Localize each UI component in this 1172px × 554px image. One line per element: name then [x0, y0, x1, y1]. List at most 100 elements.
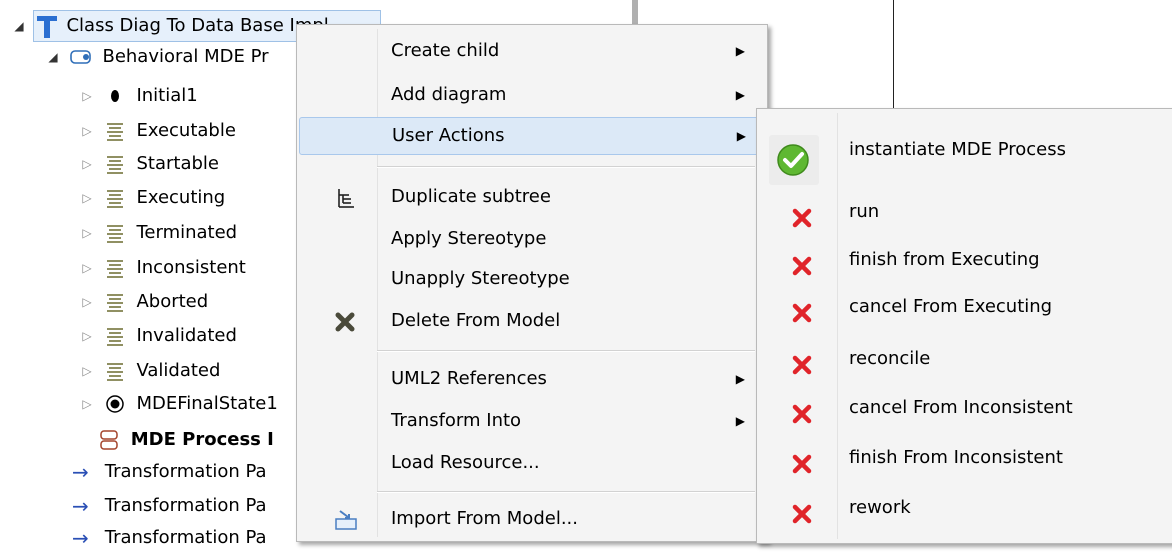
tree-row-process[interactable]: ◢ Behavioral MDE Pr [46, 41, 269, 73]
tree-label: Transformation Pa [104, 527, 267, 548]
menu-item-label: Create child [391, 40, 500, 61]
delete-icon [334, 310, 356, 332]
action-label: run [849, 201, 880, 222]
tree-row-state[interactable]: ▷ Executable [80, 115, 236, 147]
expand-toggle-icon[interactable]: ▷ [80, 217, 94, 249]
red-x-icon [791, 497, 813, 524]
tree-label: Initial1 [136, 85, 198, 106]
action-finish-from-inconsistent[interactable]: finish From Inconsistent [757, 435, 1172, 481]
tree-row-state[interactable]: ▷ MDEFinalState1 [80, 388, 278, 420]
tree-row-state[interactable]: ▷ Inconsistent [80, 252, 246, 284]
expand-toggle-icon[interactable]: ▷ [80, 355, 94, 387]
state-icon [104, 222, 126, 244]
tree-row-transformation[interactable]: → Transformation Pa [68, 456, 267, 488]
menu-item-label: Load Resource... [391, 452, 540, 473]
menu-item-transform-into[interactable]: Transform Into ▶ [299, 403, 763, 439]
tree-label: Executable [136, 120, 236, 141]
expand-toggle-icon[interactable]: ▷ [80, 182, 94, 214]
menu-separator [377, 491, 755, 493]
submenu-arrow-icon: ▶ [735, 414, 745, 428]
expand-toggle-icon[interactable]: ▷ [80, 286, 94, 318]
menu-item-user-actions[interactable]: User Actions ▶ [299, 117, 765, 155]
menu-item-unapply-stereotype[interactable]: Unapply Stereotype [299, 261, 763, 297]
menu-item-add-diagram[interactable]: Add diagram ▶ [299, 77, 763, 113]
action-rework[interactable]: rework [757, 485, 1172, 531]
tree-label: Transformation Pa [104, 495, 267, 516]
panel-divider-right [893, 0, 894, 110]
expand-toggle-icon[interactable]: ▷ [80, 388, 94, 420]
submenu-arrow-icon: ▶ [735, 44, 745, 58]
menu-item-import-from-model[interactable]: Import From Model... [299, 501, 763, 537]
tree-label: Validated [136, 360, 221, 381]
context-menu: Create child ▶ Add diagram ▶ User Action… [296, 24, 768, 542]
action-instantiate-mde-process[interactable]: instantiate MDE Process [757, 127, 1172, 185]
tree-label: Invalidated [136, 325, 237, 346]
expand-toggle-icon[interactable]: ▷ [80, 80, 94, 112]
tree-row-state[interactable]: ▷ Initial1 [80, 80, 198, 112]
red-x-icon [791, 249, 813, 276]
tree-label: Class Diag To Data Base Impl [66, 15, 329, 36]
expand-toggle-icon[interactable]: ▷ [80, 252, 94, 284]
tree-row-state[interactable]: ▷ Startable [80, 148, 219, 180]
collapse-toggle-icon[interactable]: ◢ [12, 10, 26, 42]
submenu-arrow-icon: ▶ [735, 372, 745, 386]
tree-label: Behavioral MDE Pr [102, 46, 269, 67]
menu-item-label: Delete From Model [391, 310, 561, 331]
arrow-right-icon: → [72, 460, 89, 484]
tree-row-state[interactable]: ▷ Aborted [80, 286, 208, 318]
menu-item-label: Add diagram [391, 84, 507, 105]
tree-row-state[interactable]: ▷ Terminated [80, 217, 237, 249]
menu-separator [377, 166, 755, 168]
menu-item-label: User Actions [392, 125, 505, 146]
state-icon [104, 291, 126, 313]
process-item-icon [98, 429, 120, 451]
check-icon [769, 135, 819, 185]
menu-item-label: Unapply Stereotype [391, 268, 570, 289]
tree-label: Transformation Pa [104, 461, 267, 482]
state-icon [104, 360, 126, 382]
tree-label: MDEFinalState1 [136, 393, 278, 414]
action-cancel-from-inconsistent[interactable]: cancel From Inconsistent [757, 385, 1172, 431]
menu-item-delete-from-model[interactable]: Delete From Model [299, 303, 763, 339]
menu-item-label: Import From Model... [391, 508, 578, 529]
action-cancel-from-executing[interactable]: cancel From Executing [757, 284, 1172, 330]
red-x-icon [791, 447, 813, 474]
menu-item-uml2-references[interactable]: UML2 References ▶ [299, 361, 763, 397]
red-x-icon [791, 348, 813, 375]
action-run[interactable]: run [757, 189, 1172, 235]
menu-item-apply-stereotype[interactable]: Apply Stereotype [299, 221, 763, 257]
menu-item-load-resource[interactable]: Load Resource... [299, 445, 763, 481]
process-icon [69, 46, 92, 68]
menu-separator [377, 350, 755, 352]
tree-label: Terminated [136, 222, 238, 243]
action-finish-from-executing[interactable]: finish from Executing [757, 237, 1172, 283]
red-x-icon [791, 296, 813, 323]
state-icon [104, 187, 126, 209]
import-icon [334, 508, 357, 530]
expand-toggle-icon[interactable]: ▷ [80, 115, 94, 147]
tree-row-state[interactable]: ▷ Invalidated [80, 320, 237, 352]
user-actions-submenu: instantiate MDE Process run finish from … [756, 108, 1172, 544]
expand-toggle-icon[interactable]: ▷ [80, 148, 94, 180]
menu-item-label: Apply Stereotype [391, 228, 547, 249]
menu-item-label: Transform Into [391, 410, 522, 431]
duplicate-icon [334, 186, 356, 208]
tree-label: Inconsistent [136, 257, 246, 278]
tree-row-root[interactable]: ◢ Class Diag To Data Base Impl [12, 10, 329, 42]
collapse-toggle-icon[interactable]: ◢ [46, 41, 60, 73]
tree-label: MDE Process I [130, 429, 274, 450]
tree-row-transformation[interactable]: → Transformation Pa [68, 522, 267, 554]
tree-row-state[interactable]: ▷ Executing [80, 182, 225, 214]
tree-row-state[interactable]: ▷ Validated [80, 355, 220, 387]
menu-item-label: Duplicate subtree [391, 186, 551, 207]
state-icon [104, 257, 126, 279]
tree-row-process-item[interactable]: MDE Process I [94, 424, 274, 456]
action-label: cancel From Executing [849, 296, 1053, 317]
expand-toggle-icon[interactable]: ▷ [80, 320, 94, 352]
tree-row-transformation[interactable]: → Transformation Pa [68, 490, 267, 522]
menu-item-create-child[interactable]: Create child ▶ [299, 33, 763, 69]
state-icon [104, 325, 126, 347]
action-reconcile[interactable]: reconcile [757, 336, 1172, 382]
final-state-icon [104, 393, 126, 415]
menu-item-duplicate-subtree[interactable]: Duplicate subtree [299, 179, 763, 215]
